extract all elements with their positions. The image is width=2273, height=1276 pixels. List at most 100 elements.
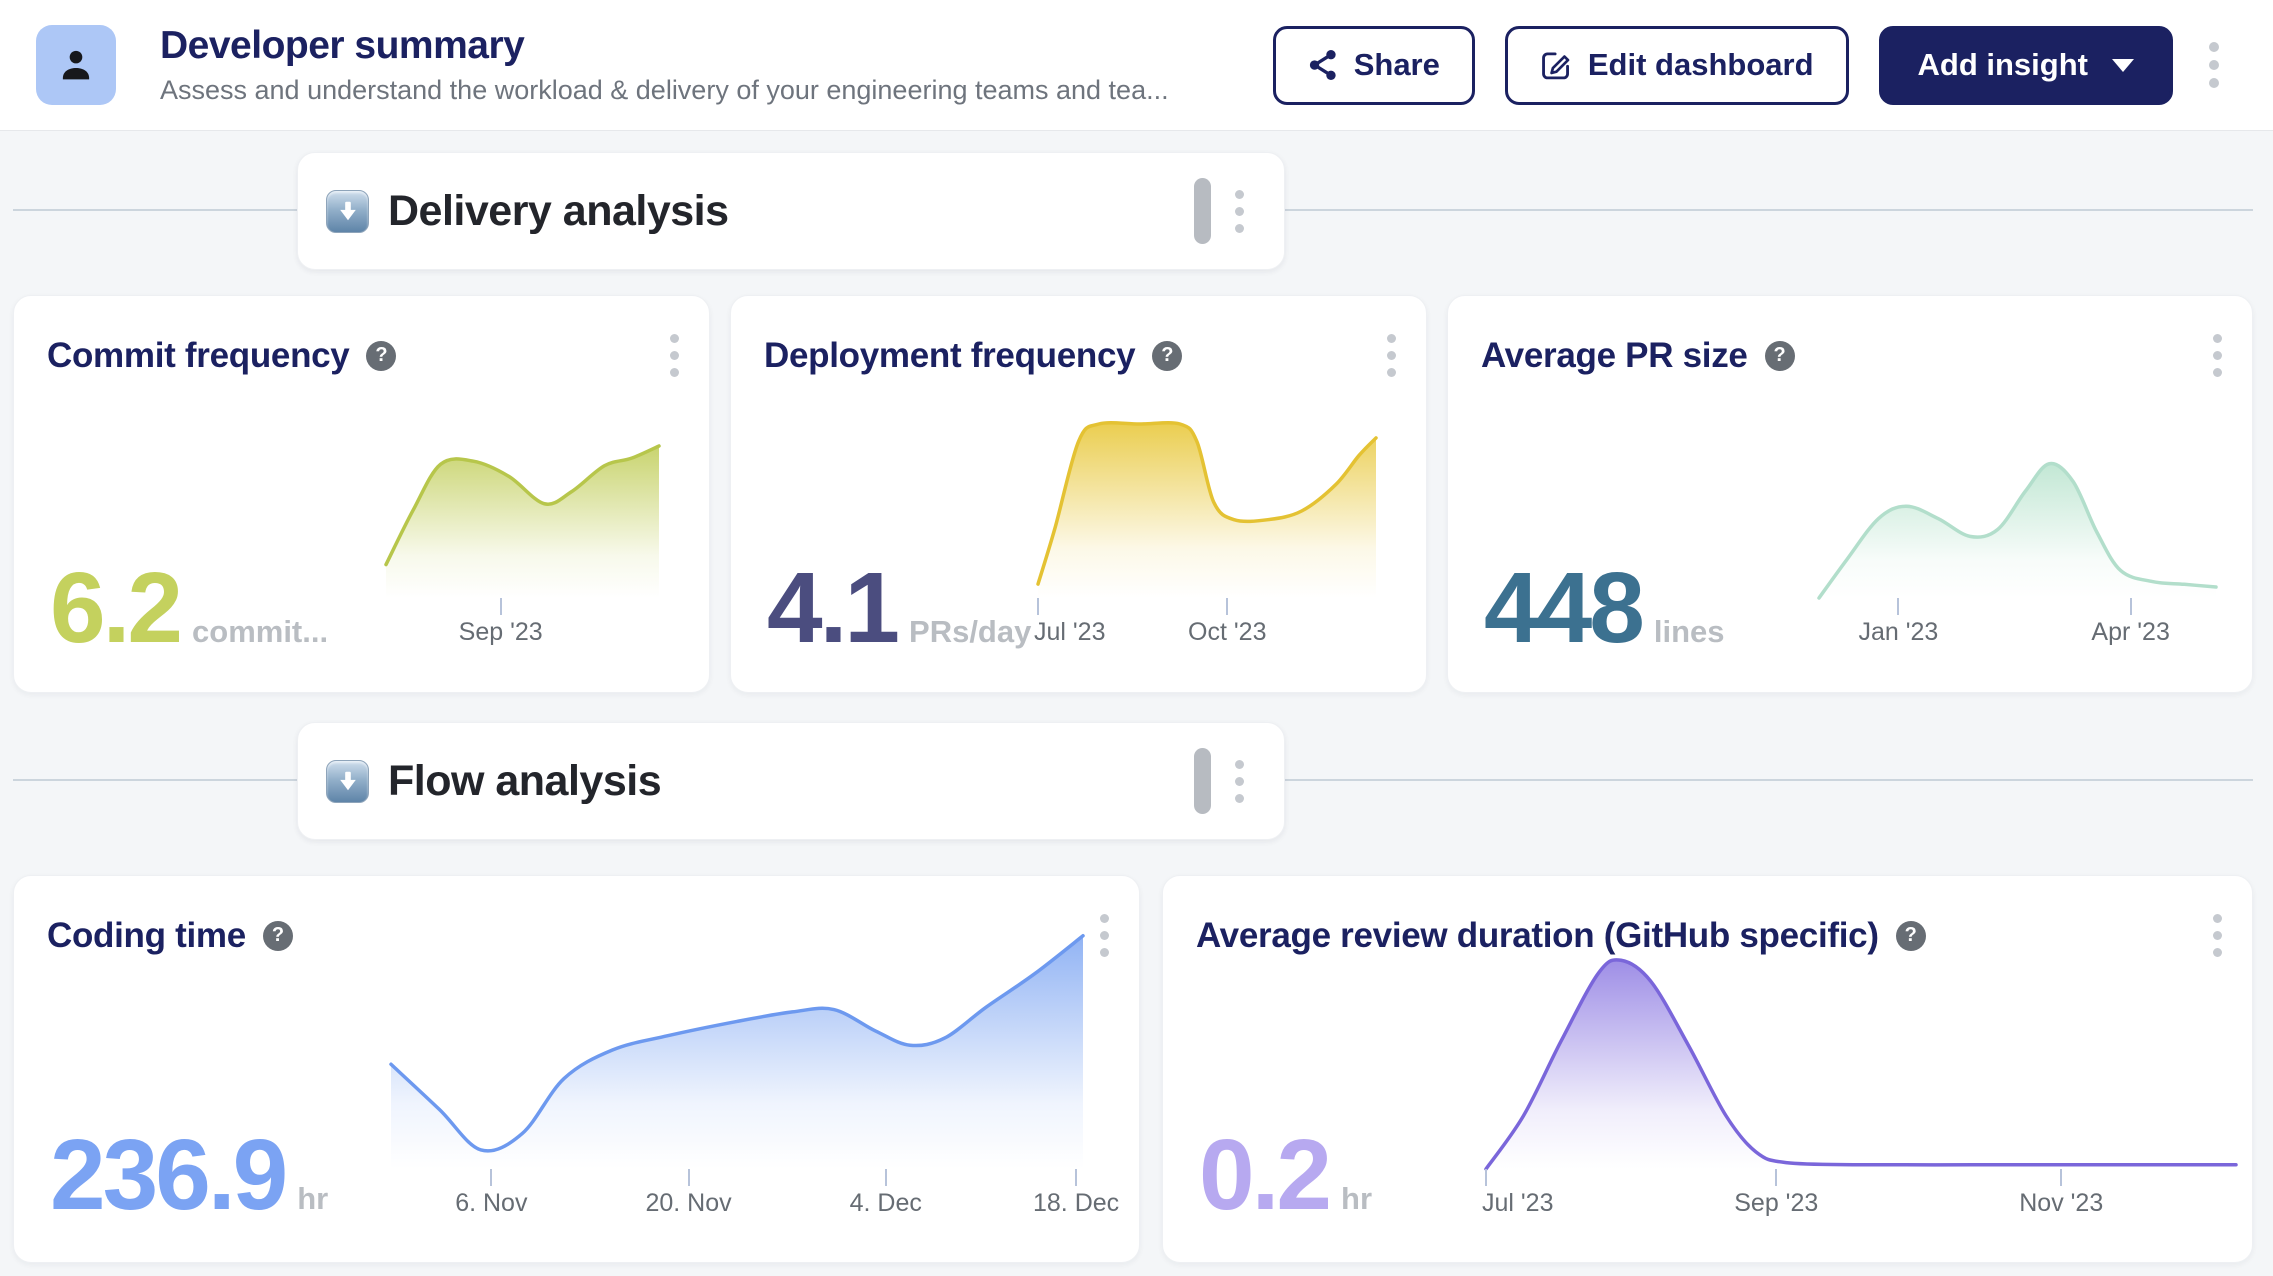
tick-mark — [500, 598, 502, 615]
tick-label: Apr '23 — [2091, 618, 2169, 647]
card-kebab-menu-icon[interactable] — [1381, 326, 1402, 385]
card-title: Coding time — [47, 916, 246, 956]
metric-unit: lines — [1654, 614, 1725, 650]
tick-label: 20. Nov — [645, 1189, 731, 1218]
metric-value: 6.2 — [50, 569, 180, 647]
tick-label: Jul '23 — [1034, 618, 1105, 647]
tick-mark — [2130, 598, 2132, 615]
tick-mark — [1075, 1169, 1077, 1186]
add-insight-button-label: Add insight — [1918, 47, 2088, 83]
tick-mark — [688, 1169, 690, 1186]
header-actions: Share Edit dashboard Add insight — [1273, 26, 2225, 105]
axis-tick: Sep '23 — [501, 598, 502, 615]
metric: 236.9 hr — [50, 1136, 328, 1217]
help-icon[interactable]: ? — [263, 921, 293, 951]
down-arrow-emoji-icon — [326, 760, 369, 803]
add-insight-button[interactable]: Add insight — [1879, 26, 2173, 105]
section-title: Delivery analysis — [388, 187, 729, 236]
tick-mark — [1226, 598, 1228, 615]
card-title: Average review duration (GitHub specific… — [1196, 916, 1879, 956]
axis-tick: Nov '23 — [2061, 1169, 2062, 1186]
section-header-delivery-analysis: Delivery analysis — [297, 152, 1285, 270]
section-header-flow-analysis: Flow analysis — [297, 722, 1285, 840]
chevron-down-icon — [2112, 59, 2134, 72]
card-title: Average PR size — [1481, 336, 1748, 376]
metric-value: 236.9 — [50, 1136, 285, 1214]
axis-tick: Jan '23 — [1898, 598, 1899, 615]
page-header: Developer summary Assess and understand … — [0, 0, 2273, 131]
help-icon[interactable]: ? — [366, 341, 396, 371]
tick-mark — [490, 1169, 492, 1186]
card-kebab-menu-icon[interactable] — [1094, 906, 1115, 965]
tick-label: 4. Dec — [850, 1189, 922, 1218]
metric-unit: PRs/day — [909, 614, 1031, 650]
tick-label: Nov '23 — [2019, 1189, 2103, 1218]
share-icon — [1308, 49, 1338, 81]
avatar — [36, 25, 116, 105]
help-icon[interactable]: ? — [1896, 921, 1926, 951]
sparkline-average-pr-size — [1819, 461, 2216, 598]
card-title: Deployment frequency — [764, 336, 1135, 376]
developer-summary-dashboard: Developer summary Assess and understand … — [0, 0, 2273, 1276]
axis-tick: 4. Dec — [886, 1169, 887, 1186]
axis-tick: 20. Nov — [689, 1169, 690, 1186]
section-title: Flow analysis — [388, 757, 661, 806]
metric-value: 0.2 — [1199, 1136, 1329, 1214]
sparkline-chart: 6. Nov20. Nov4. Dec18. Dec — [391, 931, 1083, 1169]
card-kebab-menu-icon[interactable] — [2207, 326, 2228, 385]
tick-mark — [1775, 1169, 1777, 1186]
tick-mark — [885, 1169, 887, 1186]
header-titles: Developer summary Assess and understand … — [160, 24, 1169, 107]
card-header: Commit frequency ? — [47, 326, 685, 385]
section-kebab-menu-icon[interactable] — [1229, 182, 1250, 241]
axis-tick: Jul '23 — [1486, 1169, 1487, 1186]
edit-icon — [1540, 49, 1572, 81]
card-coding-time: Coding time ? 236.9 hr 6. Nov20. Nov4. D… — [13, 875, 1140, 1263]
axis-tick: Sep '23 — [1776, 1169, 1777, 1186]
tick-label: Oct '23 — [1188, 618, 1266, 647]
tick-mark — [1037, 598, 1039, 615]
card-commit-frequency: Commit frequency ? 6.2 commit... Sep '23 — [13, 295, 710, 693]
metric-unit: hr — [1341, 1181, 1372, 1217]
sparkline-coding-time — [391, 931, 1083, 1169]
drag-handle[interactable] — [1194, 748, 1211, 814]
page-title: Developer summary — [160, 24, 1169, 69]
help-icon[interactable]: ? — [1765, 341, 1795, 371]
tick-label: 6. Nov — [455, 1189, 527, 1218]
down-arrow-emoji-icon — [326, 190, 369, 233]
metric-unit: hr — [297, 1181, 328, 1217]
sparkline-chart: Jul '23Oct '23 — [1038, 424, 1376, 598]
sparkline-chart: Jul '23Sep '23Nov '23 — [1486, 956, 2236, 1169]
tick-label: Jul '23 — [1482, 1189, 1553, 1218]
help-icon[interactable]: ? — [1152, 341, 1182, 371]
sparkline-chart: Sep '23 — [386, 446, 659, 598]
metric-unit: commit... — [192, 614, 328, 650]
section-kebab-menu-icon[interactable] — [1229, 752, 1250, 811]
tick-label: Jan '23 — [1858, 618, 1938, 647]
card-average-pr-size: Average PR size ? 448 lines Jan '23Apr '… — [1447, 295, 2253, 693]
drag-handle[interactable] — [1194, 178, 1211, 244]
card-header: Average PR size ? — [1481, 326, 2228, 385]
sparkline-chart: Jan '23Apr '23 — [1819, 461, 2216, 598]
card-title: Commit frequency — [47, 336, 349, 376]
person-icon — [55, 44, 97, 86]
card-kebab-menu-icon[interactable] — [664, 326, 685, 385]
share-button-label: Share — [1354, 47, 1440, 83]
header-kebab-menu-icon[interactable] — [2203, 34, 2225, 96]
tick-mark — [1897, 598, 1899, 615]
card-deployment-frequency: Deployment frequency ? 4.1 PRs/day Jul '… — [730, 295, 1427, 693]
tick-label: Sep '23 — [459, 618, 543, 647]
sparkline-average-review-duration — [1486, 956, 2236, 1169]
axis-tick: Oct '23 — [1227, 598, 1228, 615]
sparkline-commit-frequency — [386, 446, 659, 598]
tick-mark — [1485, 1169, 1487, 1186]
share-button[interactable]: Share — [1273, 26, 1475, 105]
page-subtitle: Assess and understand the workload & del… — [160, 75, 1169, 106]
axis-tick: 6. Nov — [491, 1169, 492, 1186]
axis-tick: Apr '23 — [2131, 598, 2132, 615]
edit-dashboard-button-label: Edit dashboard — [1588, 47, 1814, 83]
tick-label: Sep '23 — [1734, 1189, 1818, 1218]
edit-dashboard-button[interactable]: Edit dashboard — [1505, 26, 1849, 105]
metric: 4.1 PRs/day — [767, 569, 1031, 650]
metric: 6.2 commit... — [50, 569, 328, 650]
